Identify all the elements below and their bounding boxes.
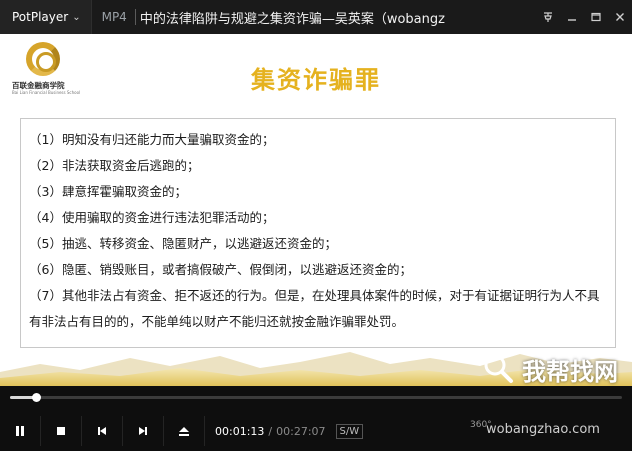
seek-thumb[interactable] [31,393,41,402]
next-button[interactable] [123,416,164,446]
player-controls: 360° 00:01:13 / 00:27:07 S/W [0,386,632,451]
slide-line-3: （3）肆意挥霍骗取资金的； [29,184,187,199]
sw-decoder-badge[interactable]: S/W [335,423,364,439]
total-duration: 00:27:07 [276,424,326,438]
maximize-icon[interactable] [584,0,608,34]
eject-icon [179,427,189,436]
current-time: 00:01:13 [215,424,265,438]
skip-forward-icon [139,427,147,435]
slide-line-5: （5）抽逃、转移资金、隐匿财产，以逃避返还资金的； [29,236,337,251]
slide-content-box: （1）明知没有归还能力而大量骗取资金的； （2）非法获取资金后逃跑的； （3）肆… [20,118,616,348]
window-title: 中的法律陷阱与规避之集资诈骗—吴英案（wobangz [139,11,445,27]
watermark-brand: 我帮找网 [522,358,618,386]
pause-icon [16,426,24,436]
video-area[interactable]: 百联金融商学院 Bai Lian Financial Business Scho… [0,34,632,386]
watermark-url: wobangzhao.com [486,422,600,437]
seek-bar[interactable] [10,393,622,402]
minimize-icon[interactable] [560,0,584,34]
previous-button[interactable] [82,416,123,446]
format-badge: MP4 [101,10,127,24]
title-bar: PotPlayer ⌄ MP4 中的法律陷阱与规避之集资诈骗—吴英案（woban… [0,0,632,34]
stop-button[interactable] [41,416,82,446]
control-buttons: 00:01:13 / 00:27:07 S/W [0,416,364,446]
slide-line-1: （1）明知没有归还能力而大量骗取资金的； [29,132,275,147]
slide-line-4: （4）使用骗取的资金进行违法犯罪活动的； [29,210,275,225]
app-name: PotPlayer [12,10,69,24]
pin-icon[interactable] [536,0,560,34]
pause-button[interactable] [0,416,41,446]
chevron-down-icon: ⌄ [72,11,81,23]
skip-back-icon [98,427,106,435]
stop-icon [57,427,65,435]
app-menu-button[interactable]: PotPlayer ⌄ [0,0,92,34]
window-controls [536,0,632,34]
close-icon[interactable] [608,0,632,34]
time-display: 00:01:13 / 00:27:07 S/W [215,423,364,439]
eject-button[interactable] [164,416,205,446]
slide-title: 集资诈骗罪 [251,66,381,94]
magnifier-watermark-icon [484,354,513,383]
slide-line-6: （6）隐匿、销毁账目，或者搞假破产、假倒闭，以逃避返还资金的； [29,262,412,277]
slide-line-7: （7）其他非法占有资金、拒不返还的行为。但是，在处理具体案件的时候，对于有证据证… [29,288,600,329]
time-separator: / [268,424,273,438]
slide-line-2: （2）非法获取资金后逃跑的； [29,158,200,173]
